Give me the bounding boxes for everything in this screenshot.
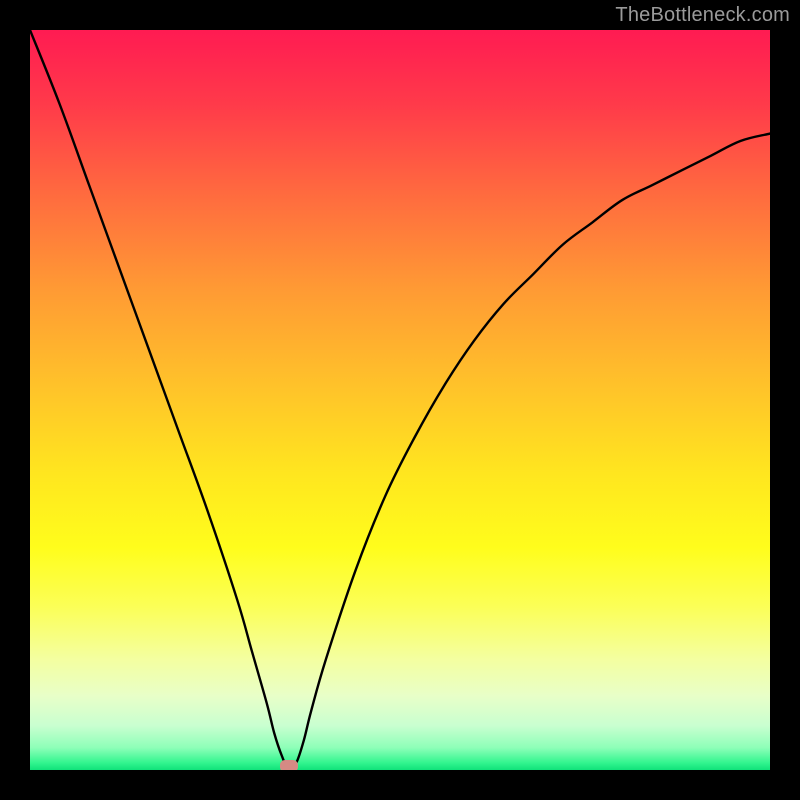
- bottleneck-curve: [30, 30, 770, 770]
- curve-svg: [30, 30, 770, 770]
- plot-area: [30, 30, 770, 770]
- watermark-text: TheBottleneck.com: [615, 4, 790, 27]
- min-marker: [280, 760, 298, 770]
- chart-frame: TheBottleneck.com: [0, 0, 800, 800]
